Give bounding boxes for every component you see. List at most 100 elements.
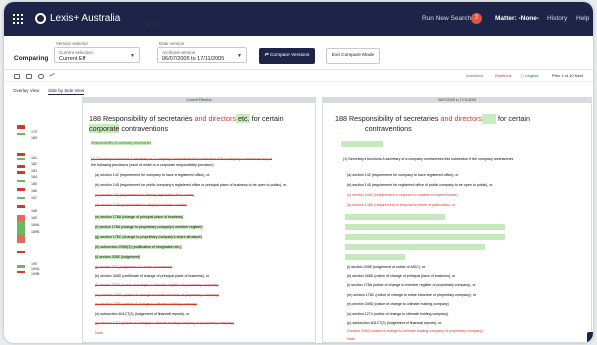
- left-line: the following provisions (each of which …: [91, 163, 215, 167]
- right-placeholder-insert: [341, 141, 383, 147]
- minimap-label: 189A: [31, 223, 40, 227]
- left-line: (o) subsection 601CT(3) (lodgement of fi…: [95, 312, 190, 316]
- title-text: 188 Responsibility of secretaries: [335, 114, 441, 123]
- minimap-mark: [17, 197, 25, 199]
- apps-grid-icon[interactable]: [13, 14, 23, 24]
- minimap-mark: [17, 125, 25, 129]
- matter-selector[interactable]: Matter: -None-: [495, 15, 539, 22]
- left-version-select[interactable]: Current selection Current Eff ▼: [54, 47, 140, 63]
- right-version-value: 06/07/2005 to 17/11/2005: [162, 56, 225, 62]
- tab-overlay-view[interactable]: Overlay View: [13, 88, 39, 93]
- minimap-label: 182: [31, 162, 37, 166]
- left-version-value: Current Eff: [59, 56, 86, 62]
- notification-badge[interactable]: 2: [471, 13, 482, 24]
- minimap-mark: [17, 205, 25, 208]
- insertions-legend: Insertions: [466, 73, 484, 78]
- right-section-title: 188 Responsibility of secretaries and di…: [335, 114, 585, 134]
- right-pane-header: 06/07/2005 to 17/11/2005: [323, 98, 591, 103]
- exit-compare-mode-button[interactable]: Exit Compare Mode: [326, 48, 380, 64]
- comparing-label: Comparing: [14, 55, 49, 62]
- minimap-mark: [17, 188, 25, 191]
- right-line: (o) section 1274 (notice of change to ul…: [347, 312, 449, 316]
- left-line: (l) section 349A (notice of change to me…: [95, 283, 219, 287]
- change-minimap[interactable]: 179 180 181 182 183 184 185 186 187 188 …: [17, 125, 39, 276]
- minimap-mark: [17, 165, 25, 168]
- left-line: (i) section 205E (lodgement): [95, 255, 141, 259]
- run-new-search-link[interactable]: Run New Search: [422, 15, 471, 22]
- title-text: contraventions: [119, 124, 169, 133]
- left-line: (d) section 146A (requirement to display…: [95, 203, 187, 207]
- left-line: (f) section 178A (change to proprietary …: [95, 225, 203, 229]
- left-line: (c) section 146 (requirement to display …: [95, 193, 194, 197]
- minimap-label: 190B: [31, 272, 40, 276]
- app-logo-text[interactable]: Lexis+ Australia: [50, 13, 120, 24]
- minimap-label: 187: [31, 196, 37, 200]
- right-version-label: Date version: [159, 41, 185, 46]
- minimap-label: 181: [31, 156, 37, 160]
- title-deleted: and directors: [194, 114, 237, 123]
- title-text: for certain: [496, 114, 530, 123]
- right-placeholder-insert: [345, 214, 445, 220]
- minimap-label: 188: [31, 209, 37, 213]
- minimap-mark: [17, 221, 25, 235]
- right-line: (p) subsection 601CT(3) (lodgement of fi…: [347, 321, 442, 325]
- legend-link[interactable]: ⓘ Legend: [520, 73, 538, 79]
- minimap-mark: [17, 171, 25, 174]
- left-document-pane[interactable]: Current Effective 188 Responsibility of …: [82, 97, 316, 343]
- left-version-sublabel: Current selection: [59, 50, 94, 55]
- left-line: (k) section 348D (certificate of change …: [95, 274, 210, 278]
- right-line: (n) section 349D (notice of change to ul…: [347, 302, 449, 306]
- left-line: (p) section 1274 (notice of change to ul…: [95, 321, 235, 325]
- download-icon[interactable]: [38, 74, 44, 79]
- left-line: (1) Secretary's functions A secretary of…: [91, 157, 273, 161]
- title-deleted: and directors: [440, 114, 483, 123]
- chevron-down-icon: ▼: [237, 53, 242, 59]
- right-line: (b) section 145 (requirement for registe…: [347, 183, 493, 187]
- left-line: (a) section 142 (requirement for company…: [95, 173, 210, 177]
- right-version-sublabel: Archived version: [162, 50, 196, 55]
- chevron-down-icon: ▼: [130, 53, 135, 59]
- link-icon[interactable]: [49, 72, 57, 81]
- title-text: contraventions: [365, 124, 412, 133]
- deletions-legend: Deletions: [495, 73, 512, 78]
- right-line: (m) section 178C (notice of change to sh…: [347, 293, 477, 297]
- right-line: (c) section 146C (requirement to respond…: [347, 193, 458, 197]
- right-placeholder-insert: [345, 254, 405, 260]
- left-line: (n) section 349D (notice of change to ul…: [95, 302, 197, 306]
- help-link[interactable]: Help: [576, 15, 589, 22]
- minimap-mark: [17, 153, 25, 156]
- right-note: Note:: [347, 337, 356, 341]
- minimap-mark: [17, 158, 25, 160]
- minimap-label: 190: [31, 262, 37, 266]
- email-icon[interactable]: [26, 74, 32, 79]
- minimap-label: 179: [31, 130, 37, 134]
- minimap-label: 189: [31, 216, 37, 220]
- right-line: (a) section 142 (requirement for company…: [347, 173, 459, 177]
- right-placeholder-insert: [345, 244, 485, 250]
- left-section-title: 188 Responsibility of secretaries and di…: [89, 114, 309, 134]
- right-line: (l) section 178A (notice of change to me…: [347, 283, 476, 287]
- right-document-pane[interactable]: 06/07/2005 to 17/11/2005 188 Responsibil…: [322, 97, 592, 343]
- prev-next-nav[interactable]: Prev 1 of 10 Next: [552, 73, 583, 78]
- compare-versions-button[interactable]: ⇄ Compare Versions: [259, 48, 315, 64]
- history-link[interactable]: History: [547, 15, 567, 22]
- app-window: Lexis+ Australia Run New Search 2 Matter…: [4, 2, 593, 343]
- right-version-select[interactable]: Archived version 06/07/2005 to 17/11/200…: [157, 47, 247, 63]
- left-line: (m) section 349C (notice of change to sh…: [95, 293, 219, 297]
- and-label: and: [146, 22, 157, 28]
- minimap-label: 189B: [31, 230, 40, 234]
- title-text: for certain: [249, 114, 284, 123]
- left-line: (e) section 178A (change of principal pl…: [95, 215, 184, 219]
- minimap-label: 183: [31, 169, 37, 173]
- tab-side-by-side-view[interactable]: Side by Side View: [48, 88, 85, 95]
- feedback-tab[interactable]: [587, 332, 593, 343]
- top-nav-bar: Lexis+ Australia Run New Search 2 Matter…: [4, 2, 593, 36]
- minimap-label: 184: [31, 175, 37, 179]
- minimap-label: 186: [31, 189, 37, 193]
- title-gap: [482, 114, 497, 124]
- print-icon[interactable]: [14, 74, 20, 79]
- minimap-mark: [17, 265, 25, 268]
- left-line: (g) section 178C (change to proprietary …: [95, 235, 202, 239]
- minimap-mark: [17, 133, 25, 135]
- lexis-logo-icon: [35, 13, 46, 24]
